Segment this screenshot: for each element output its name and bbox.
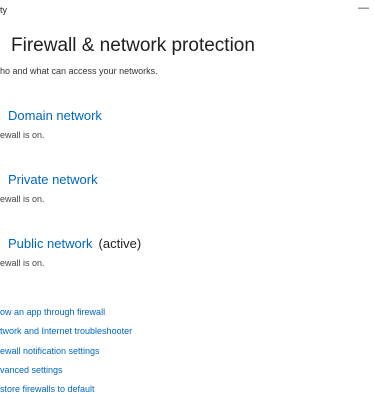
- window-title: ty: [0, 5, 8, 15]
- active-badge: (active): [98, 236, 142, 251]
- notification-settings-link[interactable]: ewall notification settings: [0, 346, 100, 356]
- minimize-button[interactable]: —: [358, 2, 369, 14]
- private-network-status: ewall is on.: [0, 194, 45, 204]
- private-network-link[interactable]: Private network: [8, 172, 98, 187]
- domain-network-label: Domain network: [8, 108, 102, 123]
- allow-app-link[interactable]: ow an app through firewall: [0, 307, 105, 317]
- public-network-label: Public network: [8, 236, 93, 251]
- private-network-label: Private network: [8, 172, 98, 187]
- domain-network-link[interactable]: Domain network: [8, 108, 102, 123]
- public-network-status: ewall is on.: [0, 258, 45, 268]
- restore-defaults-link[interactable]: store firewalls to default: [0, 384, 95, 394]
- domain-network-status: ewall is on.: [0, 130, 45, 140]
- page-subtitle: ho and what can access your networks.: [0, 66, 158, 76]
- public-network-link[interactable]: Public network (active): [8, 236, 141, 251]
- page-title: Firewall & network protection: [11, 35, 255, 56]
- troubleshooter-link[interactable]: twork and Internet troubleshooter: [0, 326, 132, 336]
- advanced-settings-link[interactable]: vanced settings: [0, 365, 63, 375]
